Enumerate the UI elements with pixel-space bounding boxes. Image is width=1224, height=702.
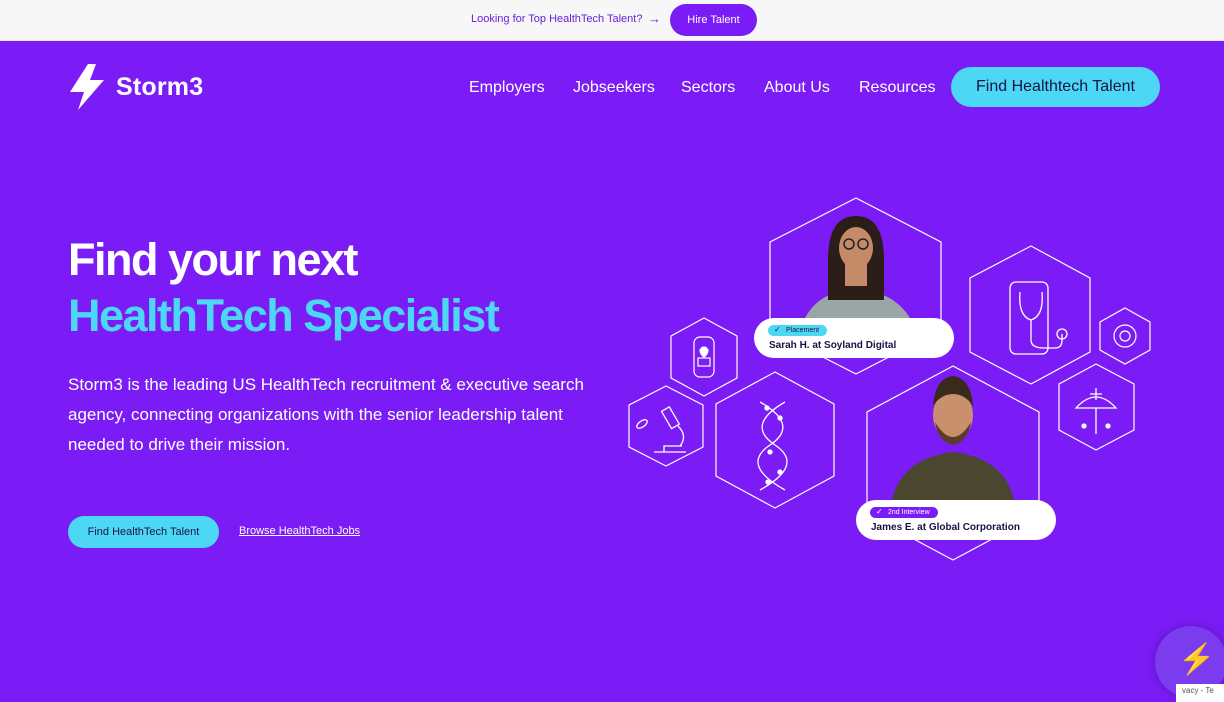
- browse-jobs-link[interactable]: Browse HealthTech Jobs: [239, 525, 360, 537]
- umbrella-cross-icon: [1074, 388, 1118, 434]
- recaptcha-badge: vacy - Te: [1176, 684, 1224, 702]
- hex-frame: [969, 245, 1091, 385]
- nav-employers[interactable]: Employers: [469, 79, 545, 97]
- badge-label: Placement: [786, 327, 820, 334]
- find-healthtech-talent-button[interactable]: Find Healthtech Talent: [951, 67, 1160, 107]
- announcement-text: Looking for Top HealthTech Talent?: [471, 13, 643, 25]
- hex-frame: [1099, 307, 1151, 365]
- placement-card: ✓ Placement Sarah H. at Soyland Digital: [754, 318, 954, 358]
- portrait-james: [892, 376, 1014, 500]
- interview-text: James E. at Global Corporation: [871, 522, 1020, 533]
- check-icon: ✓: [774, 325, 781, 334]
- badge-label: 2nd Interview: [888, 509, 930, 516]
- arrow-right-icon: →: [648, 11, 661, 26]
- hero-title-line2: HealthTech Specialist: [68, 290, 500, 341]
- logo-text: Storm3: [116, 73, 204, 101]
- hex-frame: [1058, 363, 1135, 451]
- find-healthtech-talent-primary-button[interactable]: Find HealthTech Talent: [68, 516, 219, 548]
- microscope-icon: [636, 405, 686, 453]
- nav-jobseekers[interactable]: Jobseekers: [573, 79, 655, 97]
- nav-resources[interactable]: Resources: [859, 79, 935, 97]
- hex-frame: [715, 371, 835, 509]
- placement-text: Sarah H. at Soyland Digital: [769, 340, 897, 351]
- lightning-logo-icon: [70, 64, 104, 110]
- phone-stethoscope-icon: [1009, 281, 1068, 355]
- nav-about-us[interactable]: About Us: [764, 79, 830, 97]
- announcement-bar: Looking for Top HealthTech Talent? → Hir…: [0, 0, 1224, 41]
- nav-sectors[interactable]: Sectors: [681, 79, 735, 97]
- hero-title-line1: Find your next: [68, 234, 359, 285]
- hero-lead: Storm3 is the leading US HealthTech recr…: [68, 375, 584, 454]
- heart-monitor-icon: [693, 336, 715, 378]
- check-icon: ✓: [876, 507, 883, 516]
- portrait-sarah: [805, 216, 910, 330]
- lightning-icon: ⚡: [1178, 643, 1216, 676]
- dna-icon: [757, 401, 788, 491]
- status-badge: ✓ Placement: [768, 325, 828, 336]
- hire-talent-button[interactable]: Hire Talent: [670, 4, 757, 36]
- status-badge: ✓ 2nd Interview: [870, 507, 938, 518]
- interview-card: ✓ 2nd Interview James E. at Global Corpo…: [856, 500, 1056, 540]
- hex-frame: [628, 385, 704, 467]
- storm3-logo[interactable]: Storm3: [66, 62, 216, 112]
- gear-icon: [1113, 324, 1137, 348]
